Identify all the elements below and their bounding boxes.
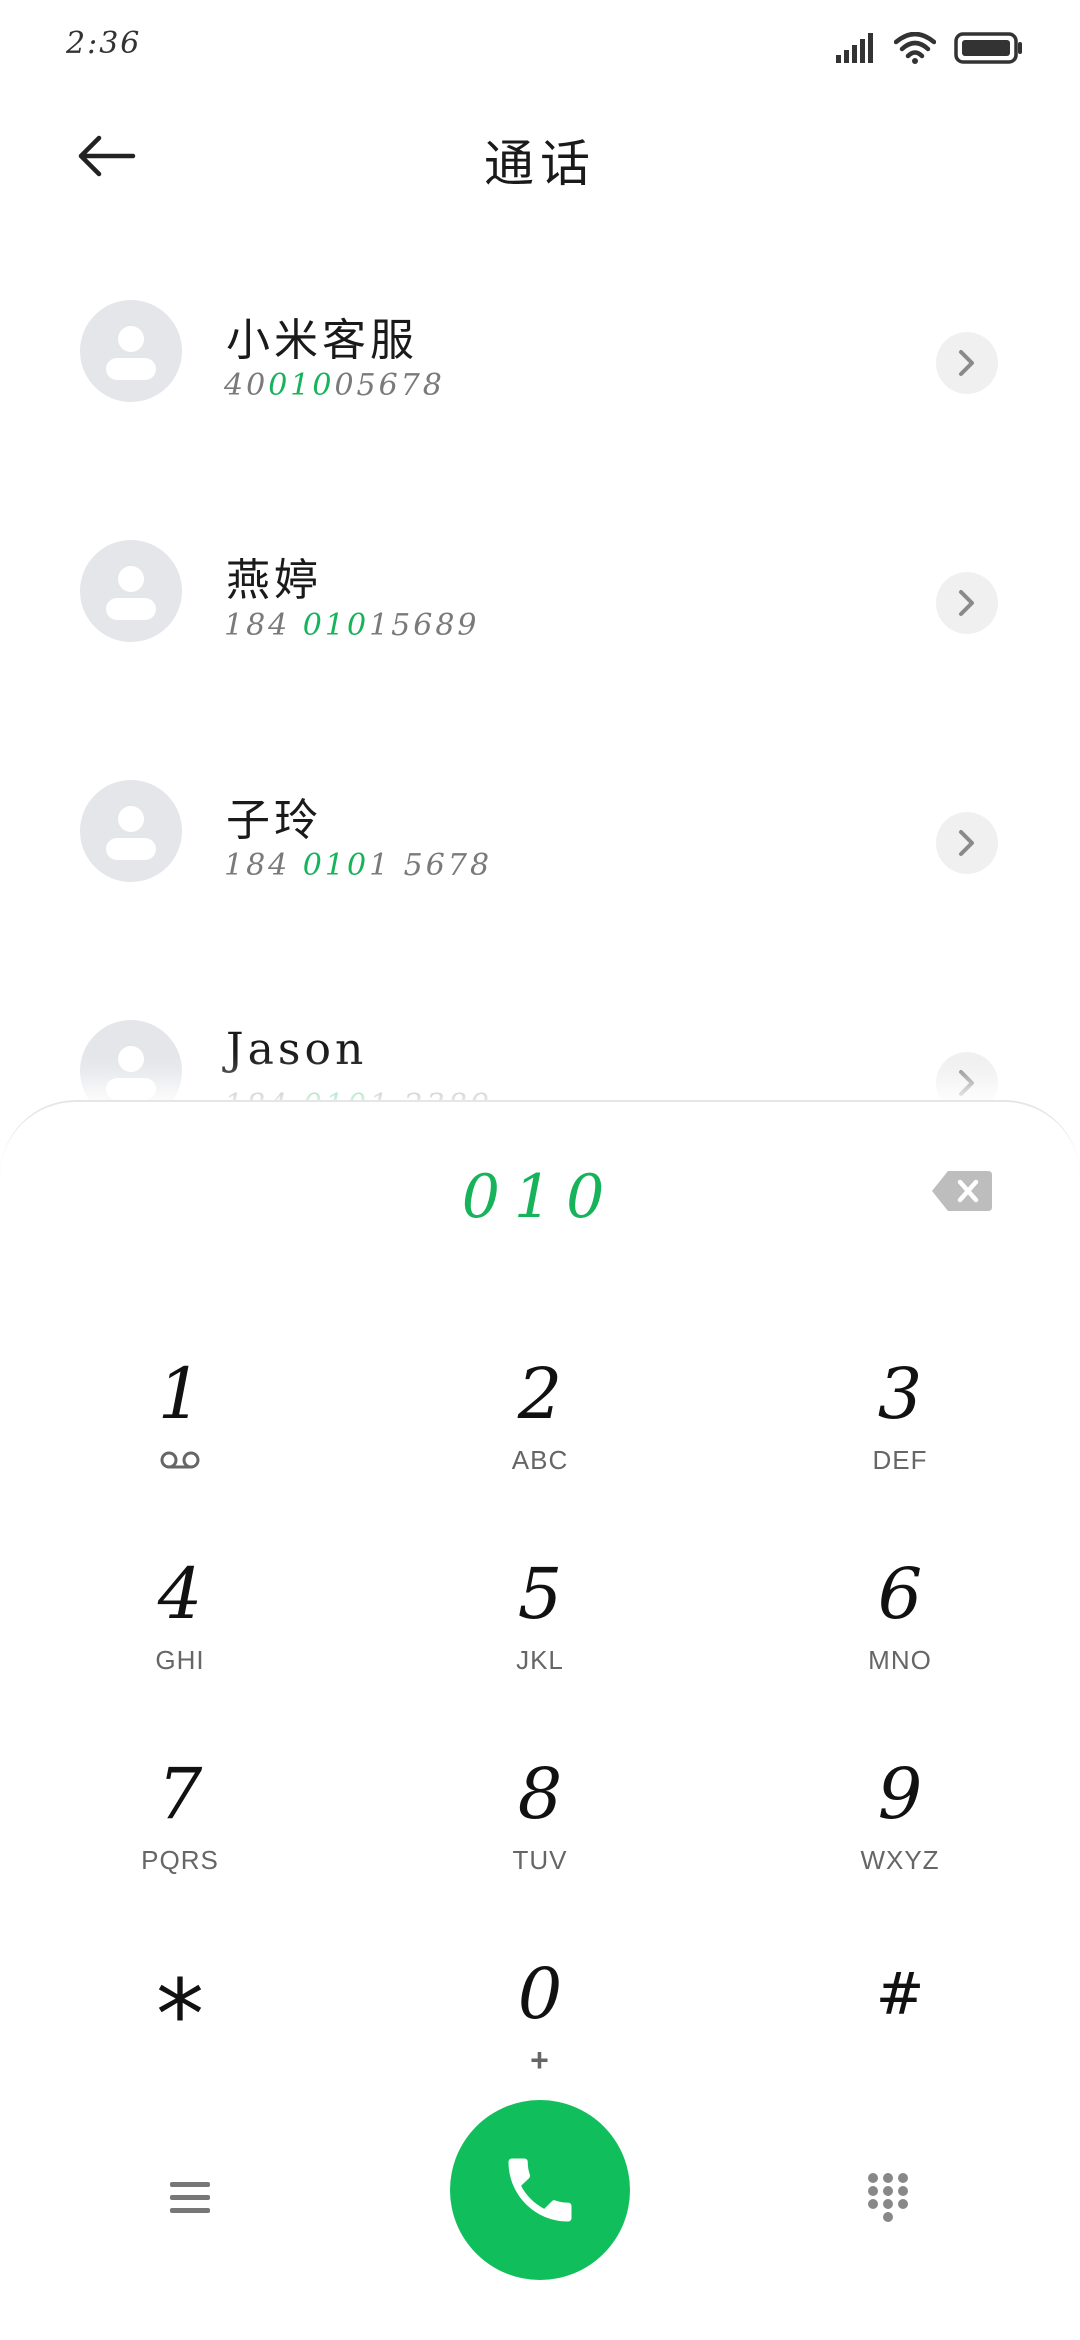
key-letters: [159, 1444, 201, 1476]
contact-detail-button[interactable]: [936, 332, 998, 394]
avatar: [80, 780, 182, 882]
key-digit: *: [156, 1959, 204, 2071]
voicemail-icon: [160, 1451, 200, 1469]
key-digit: 3: [877, 1353, 923, 1435]
bottom-action-bar: [0, 2100, 1080, 2280]
key-digit: 5: [517, 1553, 563, 1635]
signal-icon: [836, 33, 873, 63]
status-time: 2:36: [66, 26, 142, 61]
call-button[interactable]: [450, 2100, 630, 2280]
contact-row[interactable]: 燕婷 184 01015689: [0, 490, 1080, 730]
key-letters: +: [530, 2041, 550, 2078]
dialpad-toggle-button[interactable]: [848, 2156, 928, 2240]
chevron-right-icon: [959, 830, 974, 856]
key-letters: TUV: [512, 1844, 568, 1875]
key-7[interactable]: 7 PQRS: [0, 1732, 360, 1932]
status-icons: [836, 28, 1024, 68]
key-letters: JKL: [516, 1644, 564, 1675]
dial-number-display[interactable]: 010: [0, 1162, 1080, 1232]
contact-detail-button[interactable]: [936, 812, 998, 874]
key-digit: 4: [157, 1553, 203, 1635]
key-digit: 2: [517, 1353, 563, 1435]
wifi-icon: [894, 32, 936, 64]
number-match-highlight: 010: [302, 848, 370, 883]
contact-row[interactable]: 小米客服 4001005678: [0, 250, 1080, 490]
contact-name: 子玲: [226, 795, 322, 846]
avatar: [80, 540, 182, 642]
contact-row[interactable]: 子玲 184 0101 5678: [0, 730, 1080, 970]
key-2[interactable]: 2 ABC: [360, 1332, 720, 1532]
key-8[interactable]: 8 TUV: [360, 1732, 720, 1932]
key-5[interactable]: 5 JKL: [360, 1532, 720, 1732]
key-digit: #: [875, 1960, 925, 2028]
key-digit: 7: [157, 1753, 203, 1835]
contact-number: 4001005678: [224, 368, 445, 403]
chevron-right-icon: [959, 590, 974, 616]
menu-icon: [170, 2182, 210, 2213]
dialpad-icon: [868, 2173, 908, 2222]
key-6[interactable]: 6 MNO: [720, 1532, 1080, 1732]
call-screen: 2:36 通话 小米客服 4001005678 燕婷 184 01015689 …: [0, 0, 1080, 2340]
key-letters: GHI: [155, 1644, 205, 1675]
contact-name: 小米客服: [226, 315, 418, 366]
battery-icon: [954, 32, 1022, 64]
header: 通话: [0, 96, 1080, 216]
avatar: [80, 300, 182, 402]
contact-list: 小米客服 4001005678 燕婷 184 01015689 子玲 184 0…: [0, 250, 1080, 1210]
key-4[interactable]: 4 GHI: [0, 1532, 360, 1732]
page-title: 通话: [484, 135, 596, 193]
key-letters: ABC: [511, 1444, 569, 1475]
status-bar: 2:36: [0, 0, 1080, 96]
key-letters: MNO: [868, 1644, 932, 1675]
contact-number: 184 0101 5678: [224, 848, 493, 883]
key-3[interactable]: 3 DEF: [720, 1332, 1080, 1532]
number-match-highlight: 010: [302, 608, 370, 643]
key-digit: 0: [517, 1953, 563, 2035]
chevron-right-icon: [959, 350, 974, 376]
menu-button[interactable]: [150, 2158, 230, 2238]
backspace-icon: [932, 1171, 992, 1211]
contact-number: 184 01015689: [224, 608, 480, 643]
phone-icon: [508, 2158, 572, 2222]
contact-detail-button[interactable]: [936, 572, 998, 634]
contact-name: 燕婷: [226, 555, 322, 606]
key-1[interactable]: 1: [0, 1332, 360, 1532]
key-digit: 8: [517, 1753, 563, 1835]
number-match-highlight: 010: [268, 368, 335, 403]
backspace-button[interactable]: [930, 1168, 994, 1214]
key-letters: WXYZ: [860, 1844, 940, 1875]
key-digit: 9: [877, 1753, 923, 1835]
key-digit: 6: [877, 1553, 923, 1635]
key-letters: DEF: [872, 1444, 928, 1475]
key-9[interactable]: 9 WXYZ: [720, 1732, 1080, 1932]
key-letters: PQRS: [141, 1844, 219, 1875]
key-digit: 1: [157, 1353, 203, 1435]
contact-name: Jason: [226, 1024, 368, 1075]
keypad: 1 2 ABC 3 DEF 4 GHI 5 JKL 6 MNO 7 PQRS 8…: [0, 1332, 1080, 2132]
chevron-right-icon: [959, 1070, 974, 1096]
